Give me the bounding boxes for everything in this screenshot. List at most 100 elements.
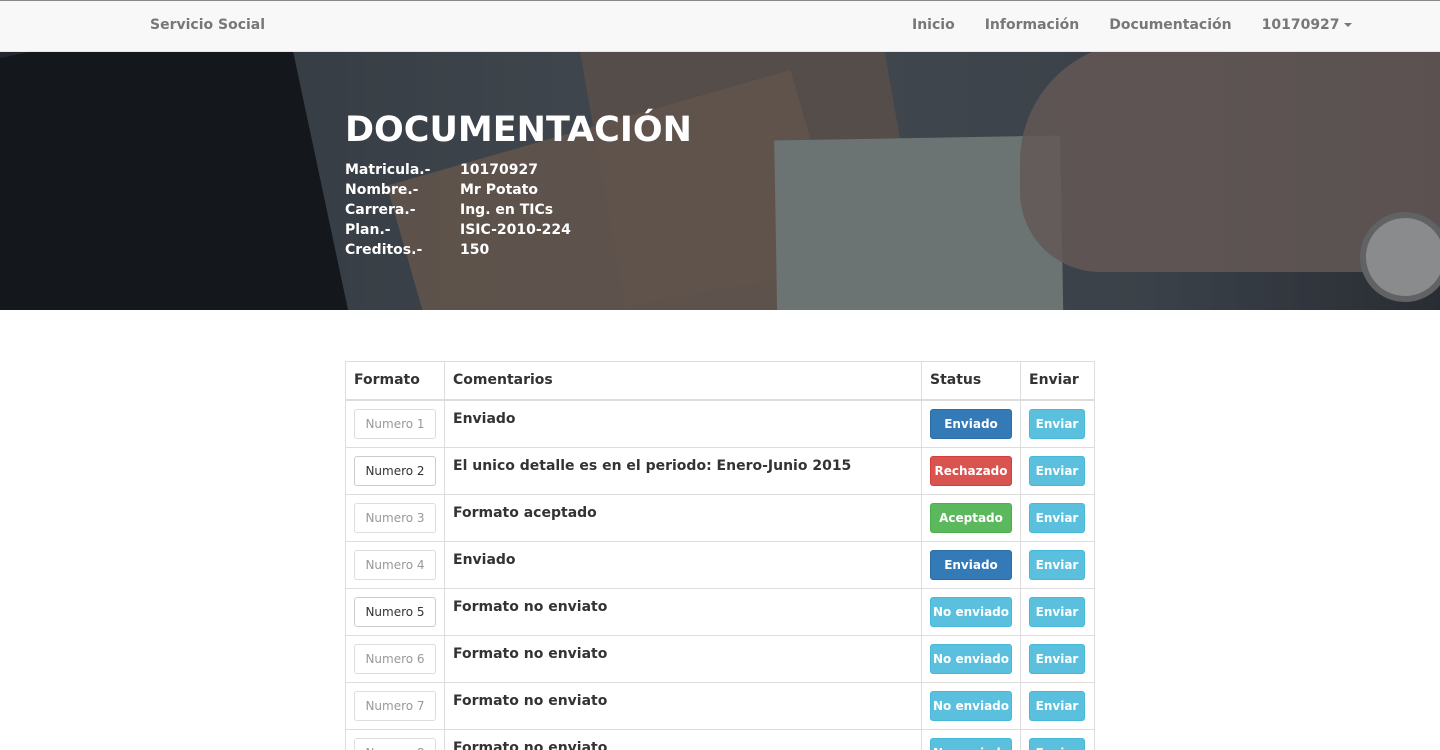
enviar-button[interactable]: Enviar: [1029, 502, 1085, 533]
formato-cell: Numero 5: [345, 587, 445, 636]
enviar-button[interactable]: Enviar: [1029, 596, 1085, 627]
formato-button[interactable]: Numero 2: [354, 455, 436, 486]
status-button[interactable]: Aceptado: [930, 502, 1012, 533]
header-comentarios: Comentarios: [444, 361, 922, 401]
nav-item-informacion[interactable]: Información: [985, 17, 1080, 33]
enviar-cell: Enviar: [1020, 399, 1095, 448]
comentario-text: Formato aceptado: [453, 504, 597, 521]
comentario-text: El unico detalle es en el periodo: Enero…: [453, 457, 852, 474]
enviar-cell: Enviar: [1020, 540, 1095, 589]
formato-cell: Numero 8: [345, 728, 445, 750]
table-row: Numero 6 Formato no enviato No enviado Envi…: [345, 634, 1095, 683]
info-label: Carrera.-: [345, 202, 416, 218]
nav-menu: Inicio Información Documentación 1017092…: [912, 17, 1352, 33]
status-cell: No enviado: [921, 681, 1021, 730]
header-formato: Formato: [345, 361, 445, 401]
info-row-carrera: Carrera.- Ing. en TICs: [345, 202, 571, 222]
status-cell: Enviado: [921, 540, 1021, 589]
info-row-creditos: Creditos.- 150: [345, 242, 571, 262]
info-value: 150: [460, 242, 490, 258]
status-button[interactable]: No enviado: [930, 596, 1012, 627]
status-button[interactable]: No enviado: [930, 643, 1012, 674]
status-button[interactable]: No enviado: [930, 690, 1012, 721]
info-value: Ing. en TICs: [460, 202, 554, 218]
status-cell: No enviado: [921, 587, 1021, 636]
nav-item-inicio[interactable]: Inicio: [912, 17, 955, 33]
enviar-button[interactable]: Enviar: [1029, 408, 1085, 439]
table-row: Numero 7 Formato no enviato No enviado Envi…: [345, 681, 1095, 730]
header-enviar: Enviar: [1020, 361, 1095, 401]
info-label: Matricula.-: [345, 162, 431, 178]
status-cell: Aceptado: [921, 493, 1021, 542]
comentario-cell: Formato no enviato: [444, 634, 922, 683]
comentario-text: Enviado: [453, 410, 516, 427]
formato-button[interactable]: Numero 1: [354, 408, 436, 439]
brand-link[interactable]: Servicio Social: [150, 17, 265, 33]
table-row: Numero 2 El unico detalle es en el period…: [345, 446, 1095, 495]
user-dropdown[interactable]: 10170927: [1262, 17, 1352, 33]
status-button[interactable]: Enviado: [930, 408, 1012, 439]
comentario-cell: Enviado: [444, 399, 922, 448]
enviar-cell: Enviar: [1020, 728, 1095, 750]
info-label: Plan.-: [345, 222, 391, 238]
table-body: Numero 1 Enviado Enviado Enviar Numero 2 El u…: [345, 399, 1095, 750]
comentario-text: Enviado: [453, 551, 516, 568]
info-value: 10170927: [460, 162, 538, 178]
formato-button[interactable]: Numero 7: [354, 690, 436, 721]
header-status: Status: [921, 361, 1021, 401]
comentario-cell: Enviado: [444, 540, 922, 589]
info-row-plan: Plan.- ISIC-2010-224: [345, 222, 571, 242]
info-value: Mr Potato: [460, 182, 539, 198]
status-button[interactable]: Enviado: [930, 549, 1012, 580]
enviar-button[interactable]: Enviar: [1029, 643, 1085, 674]
status-cell: Rechazado: [921, 446, 1021, 495]
formato-button[interactable]: Numero 5: [354, 596, 436, 627]
comentario-text: Formato no enviato: [453, 645, 608, 662]
info-label: Nombre.-: [345, 182, 419, 198]
formato-cell: Numero 4: [345, 540, 445, 589]
formato-cell: Numero 3: [345, 493, 445, 542]
enviar-button[interactable]: Enviar: [1029, 737, 1085, 750]
comentario-cell: Formato no enviato: [444, 681, 922, 730]
status-cell: No enviado: [921, 728, 1021, 750]
comentario-text: Formato no enviato: [453, 598, 608, 615]
formato-cell: Numero 2: [345, 446, 445, 495]
table-row: Numero 8 Formato no enviato No enviado Envi…: [345, 728, 1095, 750]
hero-overlay: [0, 52, 1440, 310]
enviar-cell: Enviar: [1020, 493, 1095, 542]
enviar-cell: Enviar: [1020, 446, 1095, 495]
status-button[interactable]: Rechazado: [930, 455, 1012, 486]
formato-cell: Numero 6: [345, 634, 445, 683]
enviar-button[interactable]: Enviar: [1029, 690, 1085, 721]
formato-button[interactable]: Numero 3: [354, 502, 436, 533]
comentario-cell: Formato no enviato: [444, 728, 922, 750]
comentario-text: Formato no enviato: [453, 739, 608, 750]
info-label: Creditos.-: [345, 242, 423, 258]
formato-cell: Numero 7: [345, 681, 445, 730]
formato-button[interactable]: Numero 6: [354, 643, 436, 674]
table-row: Numero 5 Formato no enviato No enviado Envi…: [345, 587, 1095, 636]
info-row-nombre: Nombre.- Mr Potato: [345, 182, 571, 202]
nav-item-documentacion[interactable]: Documentación: [1109, 17, 1231, 33]
status-cell: Enviado: [921, 399, 1021, 448]
enviar-button[interactable]: Enviar: [1029, 549, 1085, 580]
documents-table: Formato Comentarios Status Enviar Numero…: [345, 361, 1095, 750]
table-row: Numero 4 Enviado Enviado Enviar: [345, 540, 1095, 589]
table-row: Numero 3 Formato aceptado Aceptado Enviar: [345, 493, 1095, 542]
enviar-button[interactable]: Enviar: [1029, 455, 1085, 486]
enviar-cell: Enviar: [1020, 634, 1095, 683]
formato-button[interactable]: Numero 8: [354, 737, 436, 750]
user-label: 10170927: [1261, 17, 1340, 33]
navbar: Servicio Social Inicio Información Docum…: [0, 0, 1440, 52]
status-button[interactable]: No enviado: [930, 737, 1012, 750]
info-value: ISIC-2010-224: [460, 222, 571, 238]
formato-cell: Numero 1: [345, 399, 445, 448]
chevron-down-icon: [1343, 23, 1352, 27]
comentario-text: Formato no enviato: [453, 692, 608, 709]
comentario-cell: Formato aceptado: [444, 493, 922, 542]
info-row-matricula: Matricula.- 10170927: [345, 162, 571, 182]
comentario-cell: El unico detalle es en el periodo: Enero…: [444, 446, 922, 495]
student-info: Matricula.- 10170927 Nombre.- Mr Potato Ca…: [345, 162, 571, 262]
formato-button[interactable]: Numero 4: [354, 549, 436, 580]
page-title: DOCUMENTACIÓN: [345, 110, 692, 150]
